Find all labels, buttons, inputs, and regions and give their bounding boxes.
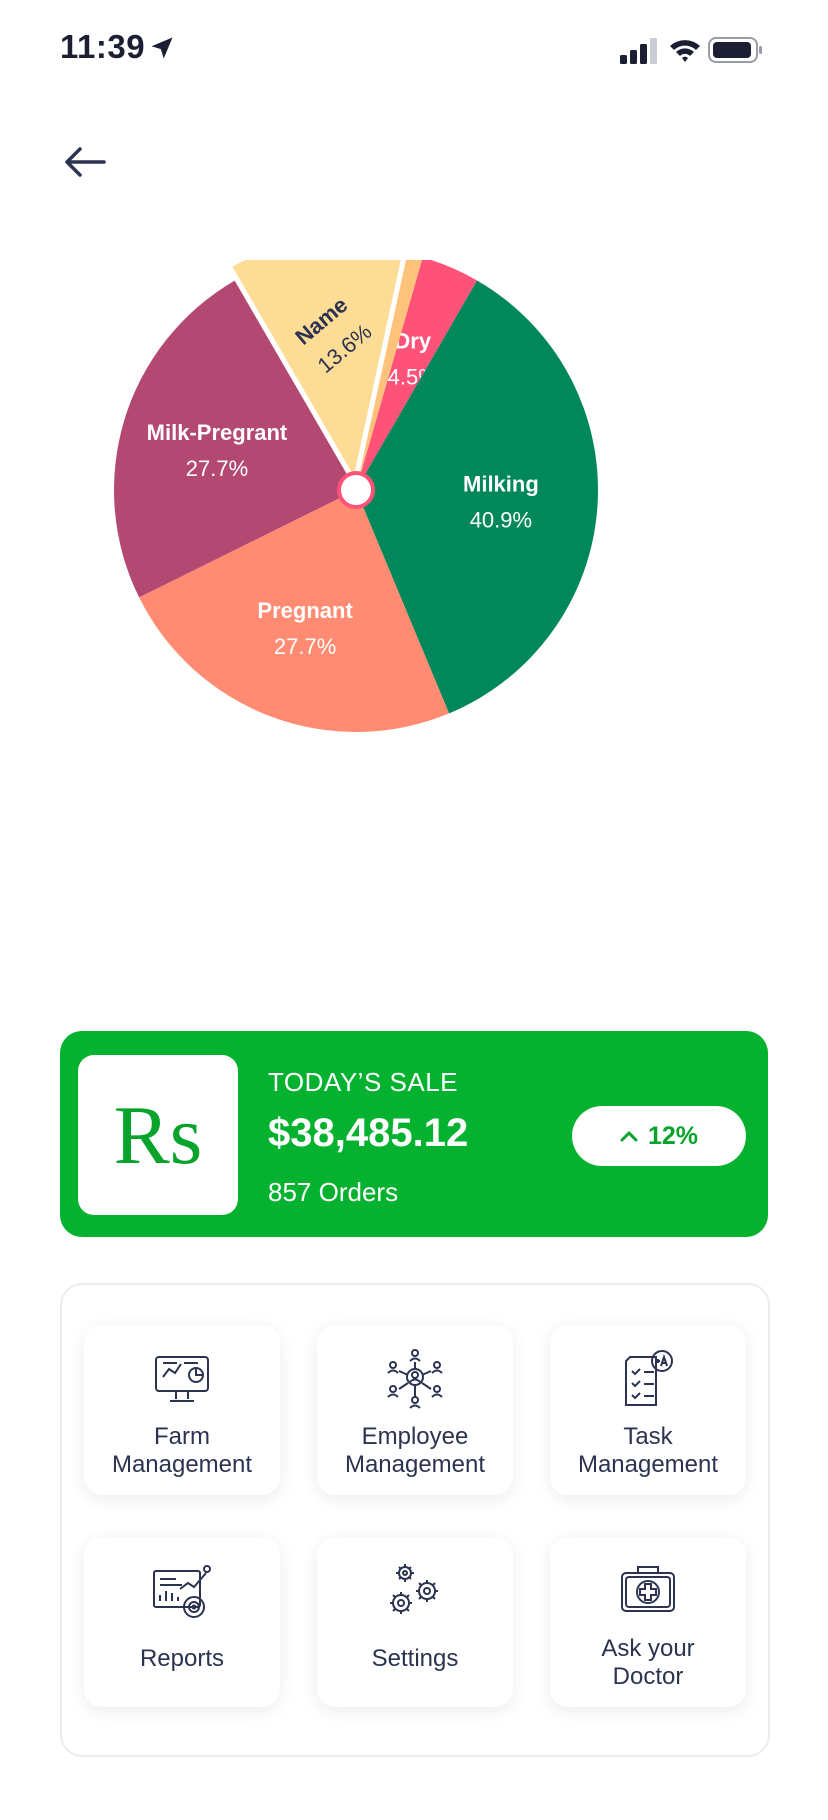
tile-label: Task Management — [577, 1423, 719, 1478]
status-bar: 11:39 — [0, 0, 828, 100]
sale-change-value: 12% — [647, 1121, 699, 1150]
sale-orders: 857 Orders — [268, 1177, 399, 1207]
pie-slice-percent: 27.7% — [274, 634, 336, 659]
task-management-tile[interactable]: Task Management — [550, 1325, 746, 1495]
sale-label: TODAY’S SALE — [268, 1067, 458, 1097]
todays-sale-card: Rs TODAY’S SALE $38,485.12 857 Orders 12… — [60, 1031, 768, 1237]
farm-management-tile[interactable]: Farm Management — [84, 1325, 280, 1495]
pie-slice-percent: 40.9% — [470, 507, 532, 532]
back-arrow-icon[interactable] — [60, 140, 110, 184]
sale-amount: $38,485.12 — [268, 1111, 469, 1155]
wifi-icon — [670, 40, 700, 62]
menu-card: Farm Management Employee Management Task… — [60, 1283, 770, 1757]
first-aid-kit-icon — [621, 1566, 675, 1612]
tile-label: Reports — [139, 1645, 225, 1672]
status-time: 11:39 — [60, 28, 146, 65]
pie-slice-label: Milking — [463, 471, 539, 496]
herd-status-pie-chart: Dry 4.5% Milking 40.9% Pregnant 27.7% Milk-Pre… — [100, 234, 720, 880]
pie-svg: Dry4.5%Milking40.9%Pregnant27.7%Milk-Pre… — [113, 234, 598, 732]
farm-monitor-icon — [155, 1356, 209, 1402]
pie-slice-percent: 27.7% — [186, 456, 248, 481]
tile-label: Farm Management — [111, 1423, 253, 1478]
employee-network-icon — [387, 1349, 443, 1409]
rupee-logo: Rs — [78, 1055, 238, 1215]
sale-change-badge[interactable]: 12% — [572, 1106, 746, 1166]
location-arrow-icon — [151, 37, 173, 59]
chevron-up-icon — [620, 1131, 638, 1142]
gears-icon — [390, 1564, 438, 1614]
pie-slice-label: Pregnant — [257, 598, 353, 623]
tile-label: Ask your Doctor — [601, 1635, 695, 1690]
battery-icon — [708, 37, 762, 63]
reports-chart-icon — [153, 1565, 211, 1618]
tile-label: Settings — [371, 1645, 459, 1672]
task-checklist-icon — [625, 1350, 673, 1406]
tile-label: Employee Management — [344, 1423, 486, 1478]
reports-tile[interactable]: Reports — [84, 1537, 280, 1707]
employee-management-tile[interactable]: Employee Management — [317, 1325, 513, 1495]
cellular-signal-icon — [620, 38, 657, 64]
pie-slice-label: Milk-Pregrant — [147, 420, 288, 445]
ask-your-doctor-tile[interactable]: Ask your Doctor — [550, 1537, 746, 1707]
pie-center-dot — [337, 471, 375, 509]
settings-tile[interactable]: Settings — [317, 1537, 513, 1707]
